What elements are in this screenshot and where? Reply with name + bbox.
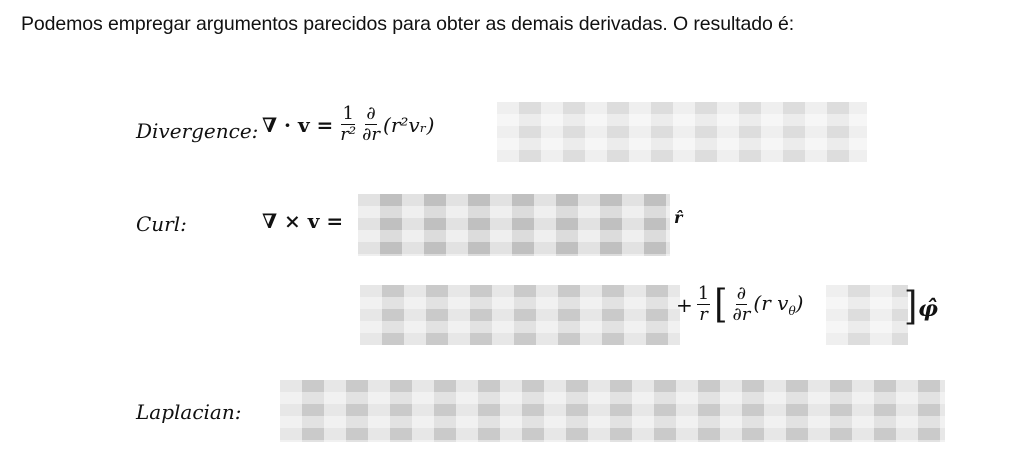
divergence-term: (r²vᵣ)	[383, 112, 435, 137]
divergence-partial-num: ∂	[365, 103, 377, 125]
curl-equation: ∇ × v =	[262, 209, 343, 233]
curl-plus: +	[676, 292, 693, 317]
curl-line2-partial: ∂ ∂r	[731, 284, 751, 325]
curl-line2-partial-den: ∂r	[732, 304, 751, 325]
laplacian-label: Laplacian:	[136, 400, 242, 424]
curl-line2-frac-num: 1	[696, 283, 711, 305]
curl-line2-term-text: (r v	[753, 291, 789, 315]
unit-phi-hat: φ̂	[918, 296, 938, 322]
left-bracket: [	[714, 281, 728, 328]
curl-line2-term: (r vθ)	[753, 291, 803, 318]
divergence-frac-den: r²	[340, 124, 357, 145]
redacted-region	[360, 285, 680, 345]
divergence-fraction: 1 r²	[339, 104, 357, 145]
intro-text: Podemos empregar argumentos parecidos pa…	[21, 13, 795, 35]
curl-line2-fraction: 1 r	[696, 283, 711, 325]
curl-line2-partial-num: ∂	[735, 283, 748, 305]
divergence-lhs: ∇ · v =	[262, 112, 334, 137]
divergence-frac-num: 1	[341, 103, 355, 125]
curl-line2: + 1 r [ ∂ ∂r (r vθ)	[676, 284, 803, 325]
curl-lhs: ∇ × v =	[262, 209, 344, 233]
curl-line2-sub: θ	[788, 304, 796, 318]
divergence-partial: ∂ ∂r	[361, 104, 381, 145]
redacted-region	[826, 285, 908, 345]
curl-line2-frac-den: r	[699, 304, 708, 325]
divergence-label: Divergence:	[136, 119, 259, 143]
curl-line2-close: )	[795, 291, 804, 315]
divergence-partial-den: ∂r	[362, 124, 381, 145]
unit-r-hat: r̂	[674, 208, 683, 227]
curl-label: Curl:	[136, 212, 187, 236]
divergence-equation: ∇ · v = 1 r² ∂ ∂r (r²vᵣ)	[262, 104, 434, 145]
redacted-region	[358, 194, 670, 256]
redacted-region	[497, 102, 867, 162]
right-bracket: ]	[904, 284, 918, 330]
redacted-region	[280, 380, 945, 442]
